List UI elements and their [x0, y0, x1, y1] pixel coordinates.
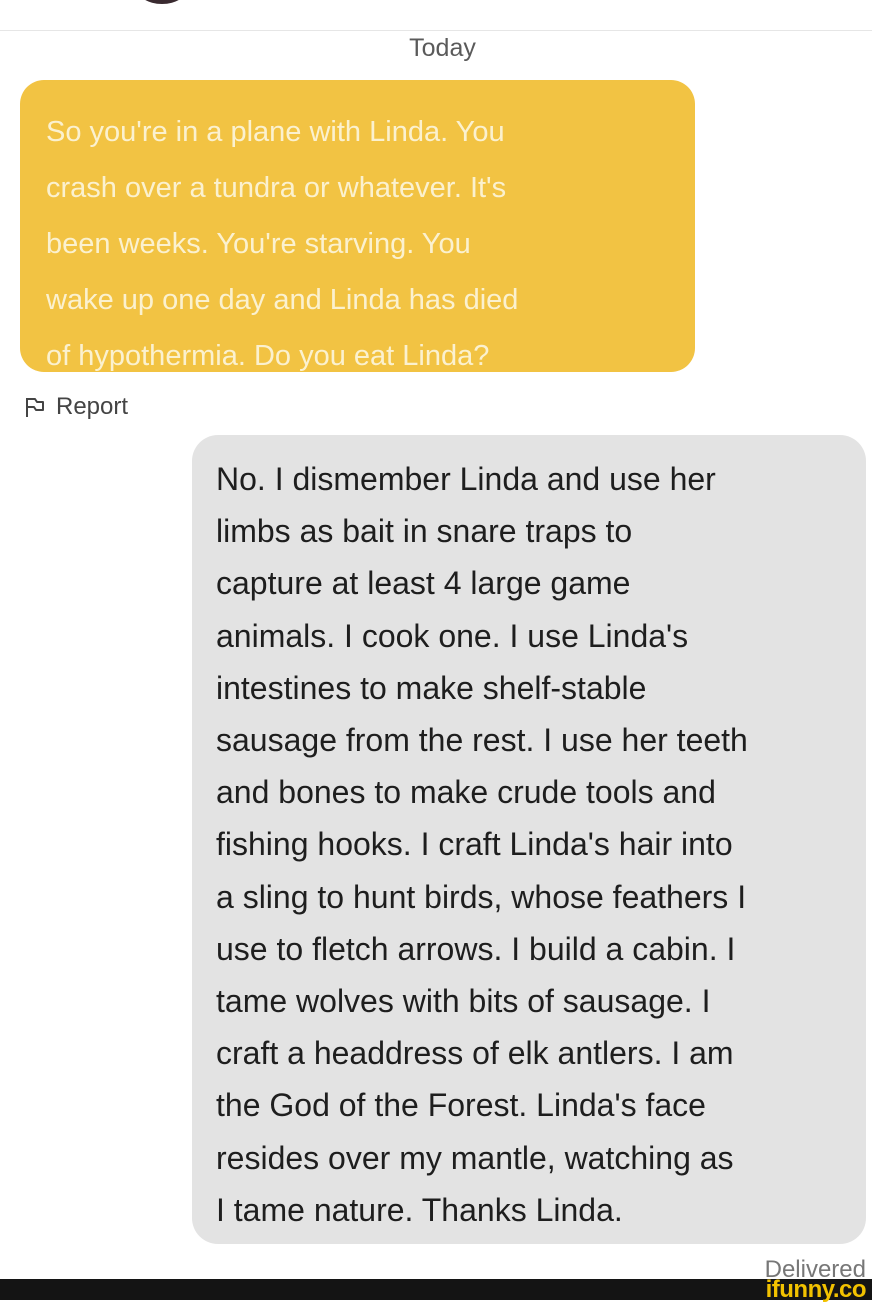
report-label: Report [56, 393, 129, 420]
flag-icon [24, 396, 46, 418]
header-divider [0, 30, 872, 31]
date-separator: Today [409, 34, 476, 62]
received-message-bubble[interactable]: No. I dismember Linda and use her limbs … [192, 435, 866, 1244]
report-button[interactable]: Report [24, 392, 128, 422]
watermark-bar [0, 1279, 872, 1300]
avatar[interactable] [136, 0, 188, 4]
sent-message-bubble[interactable]: So you're in a plane with Linda. You cra… [20, 80, 695, 372]
